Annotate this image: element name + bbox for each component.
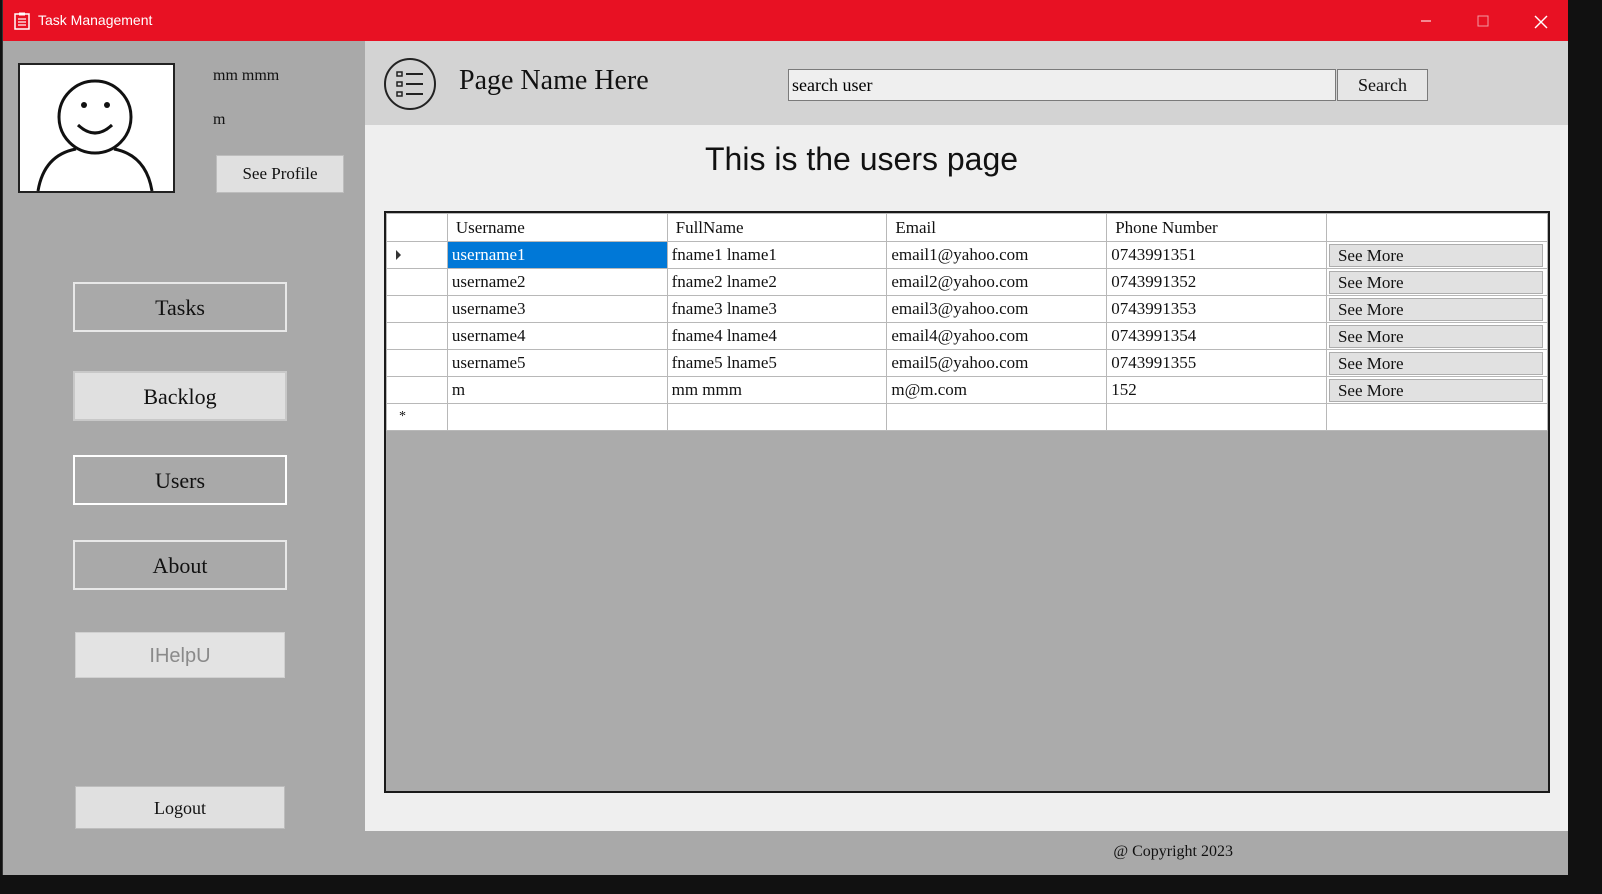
sidebar: mm mmm m See Profile Tasks Backlog Users…: [3, 41, 365, 831]
cell-action: See More: [1325, 376, 1549, 404]
logout-button[interactable]: Logout: [75, 786, 285, 829]
row-header-corner: [386, 213, 448, 242]
cell-fullname[interactable]: fname4 lname4: [666, 322, 888, 350]
users-table: Username FullName Email Phone Number use…: [386, 213, 1549, 431]
cell-username[interactable]: username4: [446, 322, 668, 350]
avatar: [18, 63, 175, 193]
cell-new[interactable]: [886, 403, 1108, 431]
footer: @ Copyright 2023: [365, 831, 1568, 875]
cell-email[interactable]: email5@yahoo.com: [886, 349, 1108, 377]
search-input[interactable]: [788, 69, 1336, 101]
user-username: m: [213, 111, 226, 128]
cell-phone[interactable]: 0743991355: [1106, 349, 1327, 377]
see-more-button[interactable]: See More: [1328, 378, 1543, 402]
cell-action: See More: [1325, 322, 1549, 350]
cell-new[interactable]: [1325, 403, 1549, 431]
cell-phone[interactable]: 152: [1106, 376, 1327, 404]
maximize-icon[interactable]: [1454, 0, 1510, 41]
row-header[interactable]: *: [386, 403, 448, 431]
nav-backlog-button[interactable]: Backlog: [73, 371, 287, 421]
cell-fullname[interactable]: mm mmm: [666, 376, 888, 404]
main-content: This is the users page Username FullName: [365, 125, 1568, 831]
row-header[interactable]: [386, 322, 448, 350]
see-profile-button[interactable]: See Profile: [216, 155, 344, 193]
current-row-arrow-icon: [396, 250, 401, 260]
close-icon[interactable]: [1510, 0, 1566, 41]
cell-action: See More: [1325, 349, 1549, 377]
window-title: Task Management: [38, 12, 153, 28]
cell-fullname[interactable]: fname1 lname1: [666, 241, 888, 269]
cell-username[interactable]: username2: [446, 268, 668, 296]
cell-new[interactable]: [446, 403, 668, 431]
cell-fullname[interactable]: fname5 lname5: [666, 349, 888, 377]
cell-action: See More: [1325, 241, 1549, 269]
see-more-button[interactable]: See More: [1328, 297, 1543, 321]
cell-action: See More: [1325, 295, 1549, 323]
cell-email[interactable]: email2@yahoo.com: [886, 268, 1108, 296]
page-heading: This is the users page: [705, 141, 1019, 177]
cell-action: See More: [1325, 268, 1549, 296]
nav-users-button[interactable]: Users: [73, 455, 287, 505]
column-header-phone[interactable]: Phone Number: [1106, 213, 1327, 242]
column-header-email[interactable]: Email: [886, 213, 1108, 242]
row-header[interactable]: [386, 268, 448, 296]
new-row-marker: *: [399, 409, 406, 424]
cell-phone[interactable]: 0743991351: [1106, 241, 1327, 269]
table-header-row: Username FullName Email Phone Number: [386, 213, 1549, 242]
minimize-icon[interactable]: [1398, 0, 1454, 41]
clipboard-icon: [14, 12, 30, 30]
cell-email[interactable]: email1@yahoo.com: [886, 241, 1108, 269]
cell-fullname[interactable]: fname2 lname2: [666, 268, 888, 296]
page-header: Page Name Here Search: [365, 41, 1568, 125]
cell-email[interactable]: email4@yahoo.com: [886, 322, 1108, 350]
nav-tasks-button[interactable]: Tasks: [73, 282, 287, 332]
column-header-action[interactable]: [1325, 213, 1549, 242]
table-new-row[interactable]: *: [386, 403, 1549, 431]
row-header[interactable]: [386, 295, 448, 323]
table-row[interactable]: username5 fname5 lname5 email5@yahoo.com…: [386, 349, 1549, 377]
row-header[interactable]: [386, 349, 448, 377]
copyright-text: @ Copyright 2023: [1113, 843, 1233, 860]
cell-email[interactable]: m@m.com: [886, 376, 1108, 404]
row-header[interactable]: [386, 241, 448, 269]
cell-phone[interactable]: 0743991353: [1106, 295, 1327, 323]
search-button[interactable]: Search: [1337, 69, 1428, 101]
row-header[interactable]: [386, 376, 448, 404]
table-row[interactable]: username1 fname1 lname1 email1@yahoo.com…: [386, 241, 1549, 269]
cell-email[interactable]: email3@yahoo.com: [886, 295, 1108, 323]
ihelpu-button[interactable]: IHelpU: [75, 632, 285, 678]
user-fullname: mm mmm: [213, 67, 280, 84]
nav-about-button[interactable]: About: [73, 540, 287, 590]
cell-username[interactable]: username5: [446, 349, 668, 377]
cell-phone[interactable]: 0743991352: [1106, 268, 1327, 296]
see-more-button[interactable]: See More: [1328, 243, 1543, 267]
cell-username[interactable]: username3: [446, 295, 668, 323]
users-data-grid[interactable]: Username FullName Email Phone Number use…: [384, 211, 1550, 793]
table-row[interactable]: username2 fname2 lname2 email2@yahoo.com…: [386, 268, 1549, 296]
see-more-button[interactable]: See More: [1328, 270, 1543, 294]
cell-phone[interactable]: 0743991354: [1106, 322, 1327, 350]
title-bar[interactable]: Task Management: [3, 0, 1568, 41]
table-row[interactable]: username3 fname3 lname3 email3@yahoo.com…: [386, 295, 1549, 323]
see-more-button[interactable]: See More: [1328, 351, 1543, 375]
table-row[interactable]: username4 fname4 lname4 email4@yahoo.com…: [386, 322, 1549, 350]
cell-new[interactable]: [666, 403, 888, 431]
list-menu-icon[interactable]: [383, 57, 437, 111]
cell-fullname[interactable]: fname3 lname3: [666, 295, 888, 323]
app-window: Task Management mm mmm m See Profile Tas: [2, 0, 1568, 875]
cell-username[interactable]: m: [446, 376, 668, 404]
cell-username[interactable]: username1: [446, 241, 668, 269]
user-avatar-icon: [36, 79, 154, 191]
column-header-fullname[interactable]: FullName: [666, 213, 888, 242]
page-name: Page Name Here: [459, 65, 649, 96]
column-header-username[interactable]: Username: [446, 213, 668, 242]
table-row[interactable]: m mm mmm m@m.com 152 See More: [386, 376, 1549, 404]
cell-new[interactable]: [1106, 403, 1327, 431]
see-more-button[interactable]: See More: [1328, 324, 1543, 348]
